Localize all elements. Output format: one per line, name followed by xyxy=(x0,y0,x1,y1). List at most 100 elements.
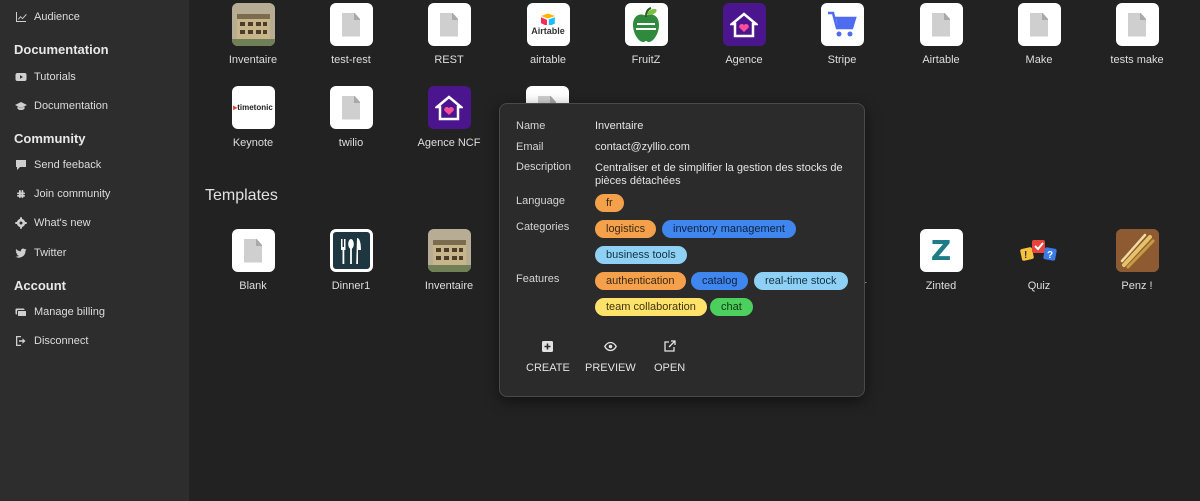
sidebar-item-label: Documentation xyxy=(34,100,108,112)
slack-icon xyxy=(14,188,27,201)
app-label: twilio xyxy=(338,137,364,149)
template-label: Blank xyxy=(239,280,267,292)
app-label: FruitZ xyxy=(631,54,661,66)
twitter-icon xyxy=(14,247,27,260)
app-card-keynote[interactable]: ▸timetonic Keynote xyxy=(213,86,293,149)
category-tag: business tools xyxy=(595,246,687,264)
template-label: Zinted xyxy=(925,280,957,292)
app-label: Keynote xyxy=(232,137,274,149)
z-logo-icon: Z xyxy=(919,229,963,272)
sidebar-item-label: Twitter xyxy=(34,247,67,259)
category-tag: logistics xyxy=(595,220,657,238)
app-card-agence-ncf[interactable]: Agence NCF xyxy=(409,86,489,149)
sidebar-item-join-community[interactable]: Join community xyxy=(14,184,110,204)
plus-square-icon xyxy=(542,341,554,352)
app-label: REST xyxy=(434,54,464,66)
comment-icon xyxy=(14,159,27,172)
airtable-logo-text: Airtable xyxy=(531,26,565,36)
template-card-zinted[interactable]: Z Zinted xyxy=(901,229,981,292)
sidebar-item-manage-billing[interactable]: Manage billing xyxy=(14,302,105,322)
language-tag: fr xyxy=(595,194,624,212)
app-label: Agence NCF xyxy=(417,137,481,149)
sidebar-item-label: Manage billing xyxy=(34,306,105,318)
logout-icon xyxy=(14,335,27,348)
document-icon xyxy=(231,229,275,272)
app-details-popup: Name Inventaire Email contact@zyllio.com… xyxy=(499,103,865,397)
billing-icon xyxy=(14,306,27,319)
sidebar-item-tutorials[interactable]: Tutorials xyxy=(14,67,76,87)
section-heading-account: Account xyxy=(14,278,66,293)
app-label: tests make xyxy=(1110,54,1164,66)
app-card-stripe[interactable]: Stripe xyxy=(802,3,882,66)
document-icon xyxy=(919,3,963,46)
feature-tag: chat xyxy=(710,298,753,316)
description-line-2: pièces détachées xyxy=(595,175,681,187)
app-card-fruitz[interactable]: FruitZ xyxy=(606,3,686,66)
templates-heading: Templates xyxy=(205,187,278,204)
app-card-tests-make[interactable]: tests make xyxy=(1097,3,1177,66)
sidebar-item-label: Disconnect xyxy=(34,335,89,347)
warehouse-icon xyxy=(427,229,471,272)
feature-tag: authentication xyxy=(595,272,686,290)
house-heart-icon xyxy=(427,86,471,129)
preview-button[interactable]: PREVIEW xyxy=(585,340,636,374)
external-link-icon xyxy=(664,340,676,352)
app-card-inventaire[interactable]: Inventaire xyxy=(213,3,293,66)
open-button-label: OPEN xyxy=(654,362,686,374)
main-content: Inventaire test-rest REST Airtable airta… xyxy=(189,0,1200,501)
quiz-icon: !? xyxy=(1018,229,1061,272)
svg-text:?: ? xyxy=(1047,250,1053,261)
app-card-rest[interactable]: REST xyxy=(409,3,489,66)
email-label: Email xyxy=(516,141,544,153)
sidebar-item-label: Audience xyxy=(34,11,80,23)
description-label: Description xyxy=(516,161,572,173)
document-icon xyxy=(427,3,471,46)
template-card-blank[interactable]: Blank xyxy=(213,229,293,292)
sidebar-item-audience[interactable]: Audience xyxy=(14,7,80,27)
template-card-quiz[interactable]: !? Quiz xyxy=(999,229,1079,292)
app-label: Airtable xyxy=(922,54,960,66)
app-card-twilio[interactable]: twilio xyxy=(311,86,391,149)
sidebar-item-whats-new[interactable]: What's new xyxy=(14,213,91,233)
warehouse-icon xyxy=(231,3,275,46)
app-card-agence[interactable]: Agence xyxy=(704,3,784,66)
app-label: Stripe xyxy=(827,54,857,66)
open-button[interactable]: OPEN xyxy=(654,340,685,374)
create-button-label: CREATE xyxy=(526,362,570,374)
template-label: Penz ! xyxy=(1121,280,1153,292)
timetonic-logo-icon: ▸timetonic xyxy=(231,86,275,129)
app-label: Inventaire xyxy=(228,54,278,66)
section-heading-documentation: Documentation xyxy=(14,42,109,57)
sidebar-item-disconnect[interactable]: Disconnect xyxy=(14,331,88,351)
preview-button-label: PREVIEW xyxy=(585,362,636,374)
app-card-airtable[interactable]: Airtable airtable xyxy=(508,3,588,66)
language-label: Language xyxy=(516,195,565,207)
document-icon xyxy=(1017,3,1061,46)
name-value: Inventaire xyxy=(595,120,644,132)
template-card-penz[interactable]: Penz ! xyxy=(1097,229,1177,292)
document-icon xyxy=(329,3,373,46)
youtube-icon xyxy=(14,71,27,84)
email-value: contact@zyllio.com xyxy=(595,141,690,153)
sidebar-item-twitter[interactable]: Twitter xyxy=(14,243,66,263)
description-line-1: Centraliser et de simplifier la gestion … xyxy=(595,162,843,174)
categories-label: Categories xyxy=(516,221,570,233)
app-label: airtable xyxy=(529,54,567,66)
sidebar: Audience Documentation Tutorials Documen… xyxy=(0,0,189,501)
app-card-airtable-2[interactable]: Airtable xyxy=(901,3,981,66)
sidebar-item-documentation[interactable]: Documentation xyxy=(14,96,108,116)
sidebar-item-label: What's new xyxy=(34,217,91,229)
template-label: Dinner1 xyxy=(331,280,371,292)
feature-tag: catalog xyxy=(691,272,749,290)
app-card-test-rest[interactable]: test-rest xyxy=(311,3,391,66)
cart-icon xyxy=(820,3,864,46)
app-card-make[interactable]: Make xyxy=(999,3,1079,66)
sidebar-item-send-feedback[interactable]: Send feeback xyxy=(14,155,101,175)
template-card-inventaire[interactable]: Inventaire xyxy=(409,229,489,292)
create-button[interactable]: CREATE xyxy=(526,340,570,374)
chart-line-icon xyxy=(14,11,27,24)
template-card-dinner1[interactable]: Dinner1 xyxy=(311,229,391,292)
features-label: Features xyxy=(516,273,560,285)
timetonic-logo-text: ▸timetonic xyxy=(233,103,273,112)
z-logo-text: Z xyxy=(930,234,952,267)
